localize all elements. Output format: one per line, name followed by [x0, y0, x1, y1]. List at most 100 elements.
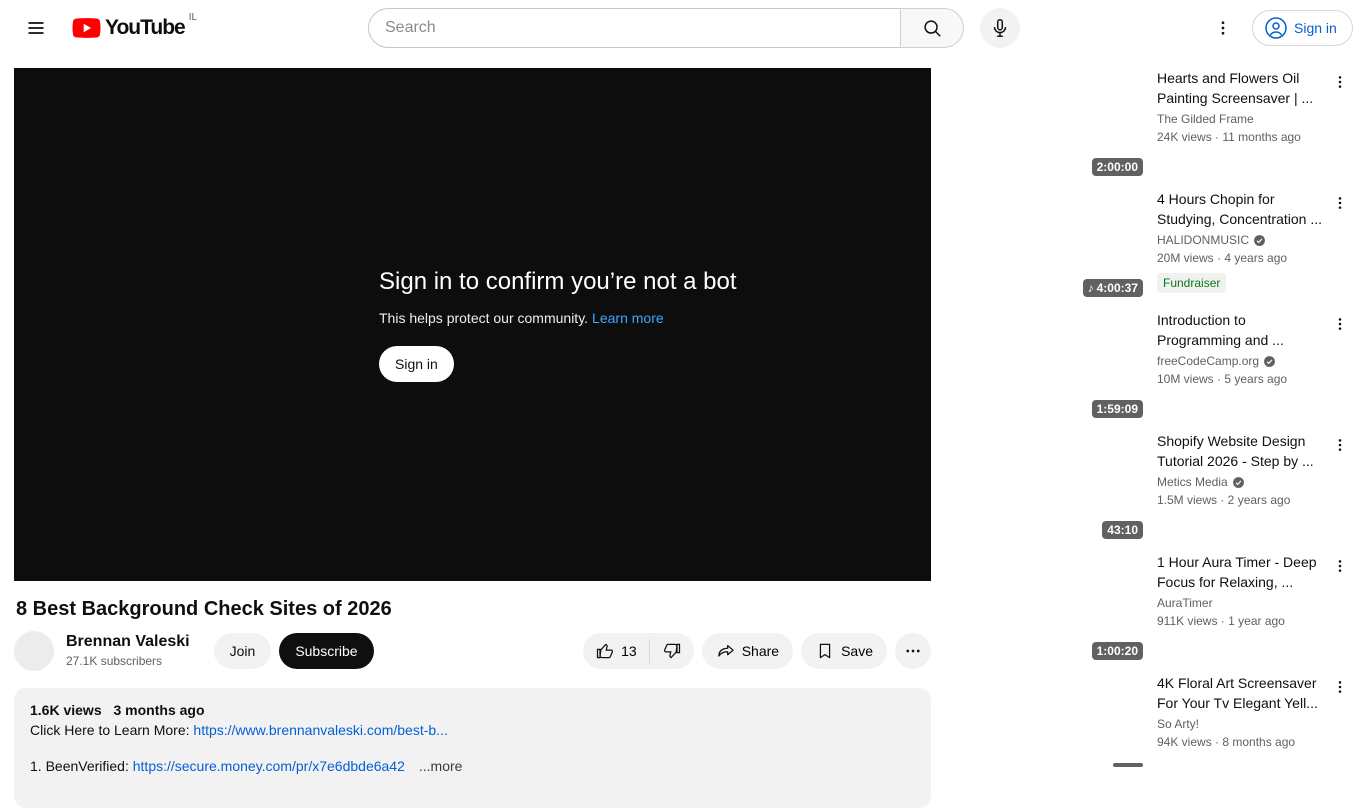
- suggested-video-item[interactable]: ♪ 4:00:37 4 Hours Chopin for Studying, Co…: [976, 189, 1354, 302]
- suggested-video-item[interactable]: 1:59:09 Introduction to Programming and …: [976, 310, 1354, 423]
- thumbs-down-icon: [663, 643, 680, 659]
- show-more-link[interactable]: ...more: [419, 758, 463, 774]
- suggested-video-meta: 20M views · 4 years ago: [1157, 251, 1288, 265]
- more-actions-button[interactable]: [895, 633, 931, 669]
- microphone-icon: [993, 19, 1007, 37]
- bookmark-icon: [819, 643, 831, 659]
- suggested-channel-row[interactable]: HALIDONMUSIC: [1157, 231, 1329, 249]
- duration-label: 4:00:37: [1096, 281, 1138, 295]
- learn-more-link[interactable]: Learn more: [592, 310, 664, 326]
- like-button[interactable]: 13: [583, 633, 649, 669]
- subscribe-button[interactable]: Subscribe: [279, 633, 374, 669]
- video-info: 4K Floral Art Screensaver For Your Tv El…: [1157, 673, 1329, 786]
- search-bar: [368, 8, 964, 48]
- suggested-channel-row[interactable]: The Gilded Frame: [1157, 110, 1329, 128]
- suggested-video-item[interactable]: 43:10 Shopify Website Design Tutorial 20…: [976, 431, 1354, 544]
- suggested-video-meta: 24K views · 11 months ago: [1157, 130, 1301, 144]
- header-signin-label: Sign in: [1294, 20, 1337, 36]
- dislike-button[interactable]: [650, 633, 694, 669]
- youtube-play-icon: [72, 18, 101, 38]
- verified-badge-icon: [1264, 355, 1275, 367]
- suggested-channel-row[interactable]: AuraTimer: [1157, 594, 1329, 612]
- settings-kebab-icon[interactable]: [1203, 8, 1243, 48]
- voice-search-button[interactable]: [980, 8, 1020, 48]
- video-info-section: 8 Best Background Check Sites of 2026 Br…: [14, 595, 931, 808]
- menu-icon[interactable]: [16, 8, 56, 48]
- thumbs-up-icon: [597, 643, 614, 659]
- youtube-logo[interactable]: YouTube IL: [72, 12, 198, 42]
- suggested-channel-name: The Gilded Frame: [1157, 112, 1254, 126]
- search-icon: [924, 20, 941, 37]
- channel-row: Brennan Valeski 27.1K subscribers Join S…: [14, 631, 931, 671]
- video-thumbnail[interactable]: [976, 189, 1149, 283]
- channel-avatar[interactable]: [14, 631, 54, 671]
- join-button[interactable]: Join: [213, 633, 272, 669]
- save-label: Save: [841, 643, 873, 659]
- duration-label: 2:00:00: [1096, 160, 1138, 174]
- suggested-video-item[interactable]: 4K Floral Art Screensaver For Your Tv El…: [976, 673, 1354, 786]
- video-info: Hearts and Flowers Oil Painting Screensa…: [1157, 68, 1329, 181]
- video-options-kebab-icon[interactable]: [1328, 312, 1352, 336]
- suggested-video-meta: 911K views · 1 year ago: [1157, 614, 1285, 628]
- suggested-channel-name: HALIDONMUSIC: [1157, 233, 1250, 247]
- description-line-2: 1. BeenVerified: https://secure.money.co…: [30, 758, 463, 774]
- video-thumbnail[interactable]: [976, 431, 1149, 525]
- description-link-1[interactable]: https://www.brennanvaleski.com/best-b...: [193, 722, 447, 738]
- video-info: Introduction to Programming and ... free…: [1157, 310, 1329, 423]
- duration-label: 43:10: [1107, 523, 1138, 537]
- suggested-channel-name: Metics Media: [1157, 475, 1228, 489]
- share-button[interactable]: Share: [701, 633, 794, 669]
- subscriber-count: 27.1K subscribers: [66, 654, 163, 668]
- video-info: Shopify Website Design Tutorial 2026 - S…: [1157, 431, 1329, 544]
- suggested-channel-name: AuraTimer: [1157, 596, 1213, 610]
- suggested-video-item[interactable]: 1:00:20 1 Hour Aura Timer - Deep Focus f…: [976, 552, 1354, 665]
- channel-name[interactable]: Brennan Valeski: [66, 632, 190, 652]
- suggested-channel-row[interactable]: freeCodeCamp.org: [1157, 352, 1329, 370]
- video-thumbnail[interactable]: [976, 673, 1149, 767]
- duration-label: 1:00:20: [1096, 644, 1138, 658]
- fundraiser-badge: Fundraiser: [1157, 273, 1227, 293]
- share-label: Share: [741, 643, 780, 659]
- suggested-video-meta: 94K views · 8 months ago: [1157, 735, 1296, 749]
- video-thumbnail[interactable]: [976, 310, 1149, 404]
- duration-label: 1:59:09: [1096, 402, 1138, 416]
- suggested-channel-name: freeCodeCamp.org: [1157, 354, 1260, 368]
- description-box[interactable]: 1.6K views 3 months ago Click Here to Le…: [14, 688, 931, 808]
- video-player[interactable]: Sign in to confirm you’re not a bot This…: [14, 68, 931, 581]
- video-thumbnail[interactable]: [976, 68, 1149, 162]
- suggested-video-title[interactable]: Hearts and Flowers Oil Painting Screensa…: [1157, 68, 1329, 108]
- video-title: 8 Best Background Check Sites of 2026: [16, 598, 392, 620]
- country-code: IL: [188, 12, 198, 23]
- suggested-video-title[interactable]: Introduction to Programming and ...: [1157, 310, 1329, 350]
- header-signin-button[interactable]: Sign in: [1252, 10, 1353, 46]
- suggested-channel-row[interactable]: Metics Media: [1157, 473, 1329, 491]
- video-info: 4 Hours Chopin for Studying, Concentrati…: [1157, 189, 1329, 302]
- description-meta: 1.6K views 3 months ago: [30, 700, 915, 720]
- ellipsis-icon: [906, 649, 920, 653]
- video-options-kebab-icon[interactable]: [1328, 70, 1352, 94]
- logo-wordmark: YouTube: [105, 16, 186, 39]
- action-buttons: 13 Share Save: [583, 633, 931, 669]
- suggested-videos-sidebar: 2:00:00 Hearts and Flowers Oil Painting …: [976, 68, 1354, 794]
- suggested-channel-row[interactable]: So Arty!: [1157, 715, 1329, 733]
- suggested-video-title[interactable]: Shopify Website Design Tutorial 2026 - S…: [1157, 431, 1329, 471]
- description-link-2[interactable]: https://secure.money.com/pr/x7e6dbde6a42: [133, 758, 405, 774]
- save-button[interactable]: Save: [801, 633, 887, 669]
- video-info: 1 Hour Aura Timer - Deep Focus for Relax…: [1157, 552, 1329, 665]
- search-button[interactable]: [900, 8, 964, 48]
- like-count: 13: [621, 643, 637, 659]
- suggested-video-item[interactable]: 2:00:00 Hearts and Flowers Oil Painting …: [976, 68, 1354, 181]
- suggested-video-title[interactable]: 4K Floral Art Screensaver For Your Tv El…: [1157, 673, 1329, 713]
- video-options-kebab-icon[interactable]: [1328, 675, 1352, 699]
- suggested-video-title[interactable]: 4 Hours Chopin for Studying, Concentrati…: [1157, 189, 1329, 229]
- duration-badge: 1:59:09: [1091, 400, 1143, 418]
- video-options-kebab-icon[interactable]: [1328, 554, 1352, 578]
- duration-badge: 2:00:00: [1091, 158, 1143, 176]
- video-thumbnail[interactable]: [976, 552, 1149, 646]
- player-signin-button[interactable]: Sign in: [379, 345, 454, 382]
- video-options-kebab-icon[interactable]: [1328, 191, 1352, 215]
- search-input[interactable]: [368, 8, 900, 48]
- video-options-kebab-icon[interactable]: [1328, 433, 1352, 457]
- description-line-1: Click Here to Learn More: https://www.br…: [30, 722, 448, 738]
- suggested-video-title[interactable]: 1 Hour Aura Timer - Deep Focus for Relax…: [1157, 552, 1329, 592]
